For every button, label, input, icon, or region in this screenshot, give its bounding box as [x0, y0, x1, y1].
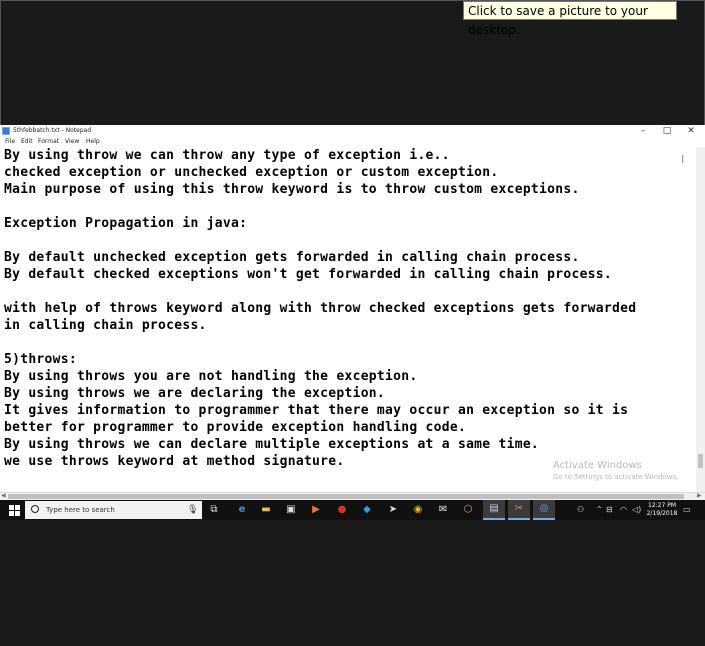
activate-windows-watermark: Activate Windows Go to Settings to activ…: [553, 460, 678, 482]
horizontal-scrollbar[interactable]: ◀ ▶: [0, 492, 705, 500]
text-line: with help of throws keyword along with t…: [4, 301, 637, 316]
package-app-icon[interactable]: ⬡: [461, 503, 475, 517]
text-line: By using throw we can throw any type of …: [4, 148, 450, 163]
text-line: By using throws you are not handling the…: [4, 369, 418, 384]
system-clock[interactable]: 12:27 PM 2/19/2018: [646, 502, 678, 518]
window-title: 5thfebbatch.txt - Notepad: [13, 127, 92, 134]
desktop-background: [0, 520, 705, 646]
title-bar[interactable]: 5thfebbatch.txt - Notepad – □ ✕: [0, 125, 705, 137]
snipping-taskbar-button[interactable]: ✂: [508, 500, 530, 520]
vertical-scrollbar[interactable]: [696, 147, 705, 493]
vertical-scroll-thumb[interactable]: [698, 454, 703, 468]
maximize-button[interactable]: □: [656, 125, 678, 137]
windows-logo-icon: [8, 504, 20, 516]
text-line: By default checked exceptions won't get …: [4, 267, 612, 282]
horizontal-scroll-thumb[interactable]: [8, 494, 684, 499]
text-line: It gives information to programmer that …: [4, 403, 629, 418]
menu-format[interactable]: Format: [38, 137, 59, 147]
file-explorer-icon[interactable]: ▬: [259, 503, 273, 517]
save-picture-tooltip: Click to save a picture to your desktop.: [463, 1, 677, 37]
search-placeholder: Type here to search: [46, 506, 115, 514]
notepad-taskbar-button[interactable]: ▤: [483, 500, 505, 520]
close-button[interactable]: ✕: [680, 125, 702, 137]
taskbar: Type here to search 🎙 ⧉ e ▬ ▣ ▶ ● ◆ ➤ ◉ …: [0, 500, 705, 520]
text-line: By using throws we can declare multiple …: [4, 437, 540, 452]
clock-date: 2/19/2018: [646, 510, 678, 517]
notifications-icon[interactable]: ▭: [683, 500, 691, 520]
text-line: By default unchecked exception gets forw…: [4, 250, 580, 265]
text-line: By using throws we are declaring the exc…: [4, 386, 386, 401]
text-line: 5)throws:: [4, 352, 77, 367]
start-button[interactable]: [4, 500, 24, 520]
mail-icon[interactable]: ✉: [436, 503, 450, 517]
microphone-icon[interactable]: 🎙: [187, 504, 198, 516]
people-icon[interactable]: ⚇: [577, 500, 584, 520]
chevron-up-icon[interactable]: ⌃: [596, 500, 603, 520]
task-view-icon[interactable]: ⧉: [207, 503, 221, 517]
taskbar-search-box[interactable]: Type here to search 🎙: [25, 501, 202, 519]
menu-view[interactable]: View: [65, 137, 79, 147]
snipping-tool-icon: ✂: [514, 503, 524, 514]
watermark-subtitle: Go to Settings to activate Windows.: [553, 473, 679, 481]
store-icon[interactable]: ▣: [284, 503, 298, 517]
chrome-browser-icon[interactable]: ◉: [411, 503, 425, 517]
browser-taskbar-button[interactable]: ◎: [533, 500, 555, 520]
dev-tool-icon[interactable]: ◆: [360, 503, 374, 517]
menu-help[interactable]: Help: [86, 137, 100, 147]
text-line: we use throws keyword at method signatur…: [4, 454, 345, 469]
text-line: checked exception or unchecked exception…: [4, 165, 499, 180]
browser-app-icon: ◎: [539, 503, 549, 514]
search-icon: [31, 505, 39, 513]
text-line: Exception Propagation in java:: [4, 216, 248, 231]
minimize-button[interactable]: –: [632, 125, 654, 137]
notepad-taskbar-icon: ▤: [489, 503, 499, 514]
volume-icon[interactable]: ◁): [632, 500, 641, 520]
recorder-app-icon[interactable]: ●: [335, 503, 349, 517]
edge-browser-icon[interactable]: e: [235, 503, 249, 517]
text-editor[interactable]: By using throw we can throw any type of …: [4, 147, 689, 493]
text-line: in calling chain process.: [4, 318, 207, 333]
scroll-left-icon[interactable]: ◀: [1, 492, 6, 500]
text-line: Main purpose of using this throw keyword…: [4, 182, 580, 197]
text-line: better for programmer to provide excepti…: [4, 420, 467, 435]
pinned-app-icon[interactable]: ➤: [386, 503, 400, 517]
network-icon[interactable]: ⊟: [606, 500, 613, 520]
menu-edit[interactable]: Edit: [21, 137, 33, 147]
menu-file[interactable]: File: [5, 137, 15, 147]
menu-bar: File Edit Format View Help: [0, 137, 705, 147]
notepad-window: 5thfebbatch.txt - Notepad – □ ✕ File Edi…: [0, 125, 705, 500]
watermark-title: Activate Windows: [553, 460, 642, 471]
wifi-icon[interactable]: ◠: [620, 500, 627, 520]
clock-time: 12:27 PM: [648, 502, 676, 509]
scroll-right-icon[interactable]: ▶: [697, 492, 702, 500]
media-player-icon[interactable]: ▶: [309, 503, 323, 517]
notepad-app-icon: [2, 127, 10, 135]
text-cursor-icon: I: [681, 153, 685, 166]
